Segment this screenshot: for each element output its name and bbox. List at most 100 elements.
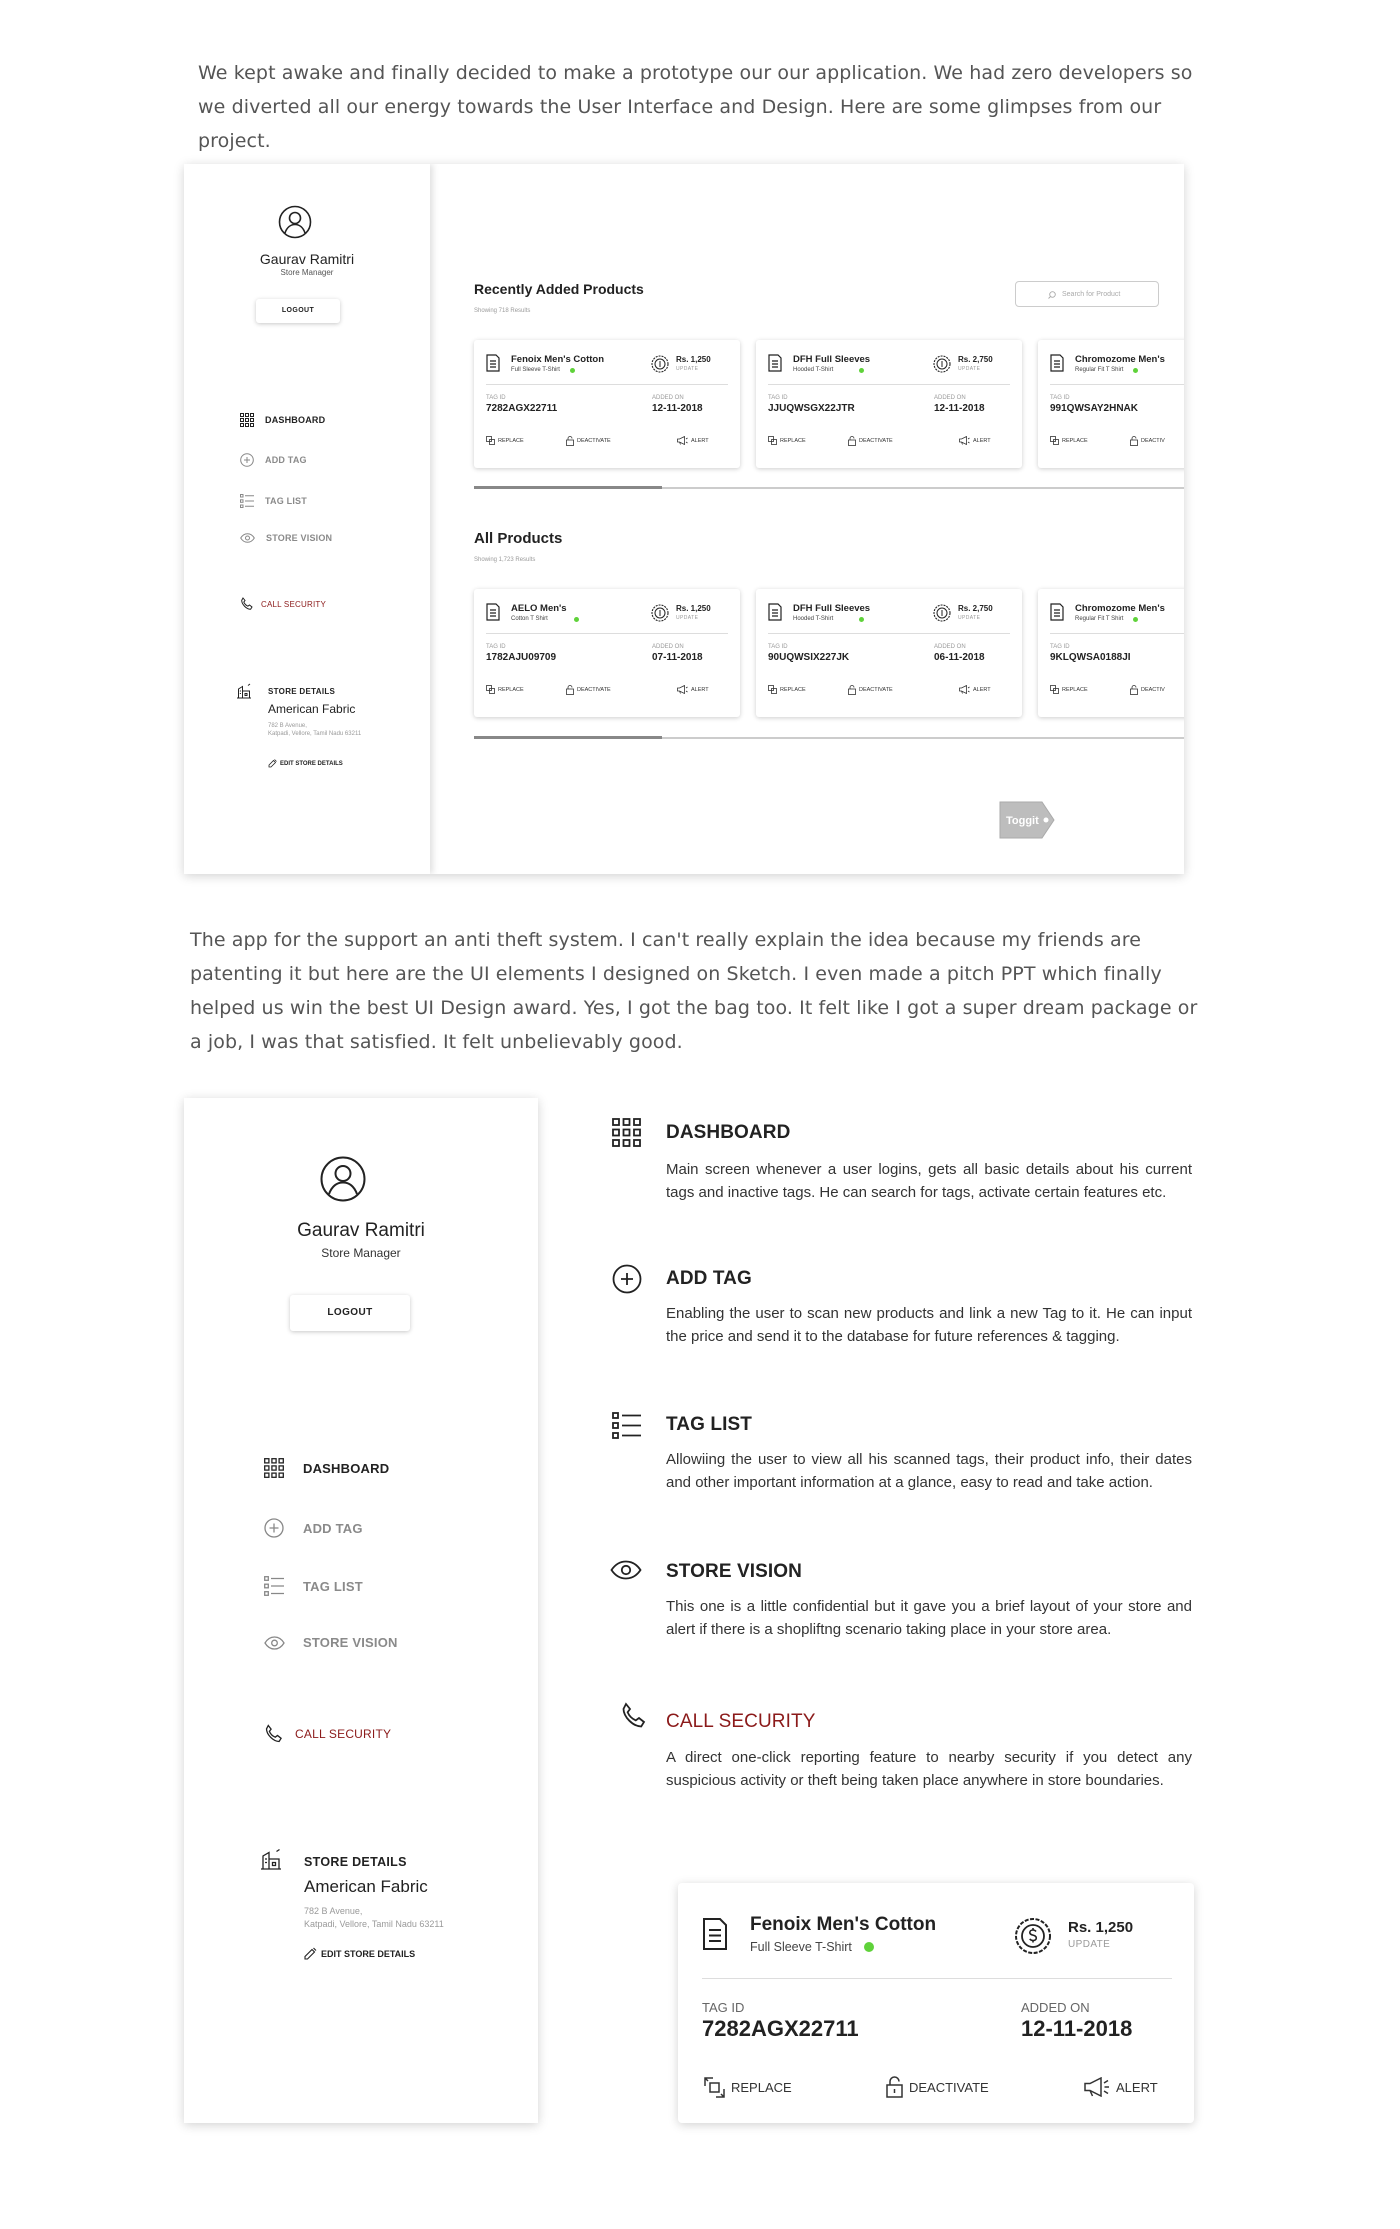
- update-label[interactable]: UPDATE: [1068, 1939, 1110, 1950]
- product-card[interactable]: AELO Men's Cotton T Shirt Rs. 1,250 UPDA…: [474, 589, 740, 717]
- feature-call-security-desc: A direct one-click reporting feature to …: [666, 1749, 1192, 1789]
- store-address-line1: 782 B Avenue,: [304, 1906, 363, 1916]
- nav-call-security[interactable]: CALL SECURITY: [240, 597, 326, 611]
- nav-dashboard[interactable]: DASHBOARD: [240, 413, 325, 427]
- logout-button[interactable]: LOGOUT: [256, 299, 340, 323]
- update-label[interactable]: UPDATE: [676, 615, 698, 621]
- status-dot: [859, 616, 865, 622]
- search-input[interactable]: Search for Product: [1015, 281, 1159, 307]
- nav-add-tag-label: ADD TAG: [303, 1520, 363, 1536]
- nav-store-vision-label: STORE VISION: [303, 1635, 398, 1650]
- alert-label: ALERT: [973, 437, 991, 444]
- lock-icon: [848, 436, 856, 446]
- lock-icon: [1130, 685, 1138, 695]
- replace-label: REPLACE: [780, 686, 806, 693]
- replace-icon: [1050, 685, 1059, 694]
- plus-circle-icon: [612, 1264, 642, 1294]
- list-icon: [240, 494, 254, 508]
- alert-button[interactable]: ALERT: [677, 436, 709, 445]
- nav-tag-list[interactable]: TAG LIST: [240, 494, 307, 508]
- nav-store-vision[interactable]: STORE VISION: [264, 1635, 398, 1650]
- alert-label: ALERT: [973, 686, 991, 693]
- list-icon: [264, 1576, 284, 1596]
- store-icon: [261, 1848, 281, 1870]
- nav-tag-list[interactable]: TAG LIST: [264, 1576, 363, 1596]
- product-card[interactable]: DFH Full Sleeves Hooded T-Shirt Rs. 2,75…: [756, 589, 1022, 717]
- card-divider: [768, 633, 1010, 634]
- plus-circle-icon: [240, 453, 254, 467]
- nav-call-security-label: CALL SECURITY: [261, 599, 326, 609]
- replace-label: REPLACE: [498, 437, 524, 444]
- edit-store-details-link[interactable]: EDIT STORE DETAILS: [304, 1947, 415, 1960]
- alert-button[interactable]: ALERT: [959, 436, 991, 445]
- lock-icon: [1130, 436, 1138, 446]
- toggit-wordmark: Toggit: [1006, 815, 1039, 827]
- deactivate-button[interactable]: DEACTIV: [1130, 436, 1165, 446]
- nav-dashboard-label: DASHBOARD: [265, 415, 326, 425]
- replace-button[interactable]: REPLACE: [486, 685, 524, 694]
- product-card-large[interactable]: Fenoix Men's Cotton Full Sleeve T-Shirt …: [678, 1883, 1194, 2123]
- nav-add-tag[interactable]: ADD TAG: [240, 453, 307, 467]
- update-label[interactable]: UPDATE: [958, 366, 980, 372]
- product-subtitle: Cotton T Shirt: [511, 616, 579, 622]
- edit-store-details-link[interactable]: EDIT STORE DETAILS: [268, 759, 343, 768]
- replace-icon: [704, 2077, 725, 2098]
- product-name: Fenoix Men's Cotton: [511, 354, 605, 365]
- dashboard-main: Recently Added Products Showing 718 Resu…: [430, 164, 1184, 874]
- document-icon: [768, 354, 782, 372]
- logout-button[interactable]: LOGOUT: [290, 1295, 410, 1331]
- deactivate-button[interactable]: DEACTIVATE: [566, 685, 611, 695]
- update-label[interactable]: UPDATE: [958, 615, 980, 621]
- product-subtitle: Hooded T-Shirt: [793, 616, 865, 622]
- product-card[interactable]: Chromozome Men's Regular Fit T Shirt TAG…: [1038, 340, 1184, 468]
- product-card[interactable]: DFH Full Sleeves Hooded T-Shirt Rs. 2,75…: [756, 340, 1022, 468]
- product-name: Chromozome Men's: [1075, 354, 1165, 365]
- nav-call-security-label: CALL SECURITY: [295, 1727, 392, 1741]
- alert-button[interactable]: ALERT: [1084, 2077, 1158, 2097]
- product-subtitle-text: Full Sleeve T-Shirt: [511, 367, 560, 373]
- deactivate-button[interactable]: DEACTIVATE: [886, 2076, 989, 2098]
- deactivate-button[interactable]: DEACTIVATE: [848, 436, 893, 446]
- product-card[interactable]: Fenoix Men's Cotton Full Sleeve T-Shirt …: [474, 340, 740, 468]
- tag-id-label: TAG ID: [486, 395, 506, 401]
- deactivate-button[interactable]: DEACTIV: [1130, 685, 1165, 695]
- deactivate-button[interactable]: DEACTIVATE: [848, 685, 893, 695]
- scrollbar-thumb[interactable]: [474, 486, 662, 489]
- document-icon: [768, 603, 782, 621]
- alert-button[interactable]: ALERT: [959, 685, 991, 694]
- replace-button[interactable]: REPLACE: [768, 685, 806, 694]
- nav-call-security[interactable]: CALL SECURITY: [264, 1724, 391, 1744]
- product-name: DFH Full Sleeves: [793, 354, 871, 365]
- nav-store-vision-label: STORE VISION: [266, 533, 333, 543]
- avatar-icon: [320, 1156, 366, 1202]
- replace-button[interactable]: REPLACE: [704, 2077, 792, 2098]
- nav-add-tag[interactable]: ADD TAG: [264, 1518, 363, 1538]
- update-label[interactable]: UPDATE: [676, 366, 698, 372]
- tag-id-label: TAG ID: [486, 644, 506, 650]
- added-on-label: ADDED ON: [1021, 2000, 1090, 2015]
- replace-button[interactable]: REPLACE: [1050, 685, 1088, 694]
- product-card[interactable]: Chromozome Men's Regular Fit T Shirt TAG…: [1038, 589, 1184, 717]
- nav-tag-list-label: TAG LIST: [303, 1578, 363, 1594]
- tag-id-value: 9KLQWSA0188JI: [1050, 652, 1131, 663]
- list-icon: [612, 1412, 641, 1439]
- megaphone-icon: [1084, 2077, 1109, 2097]
- nav-store-vision[interactable]: STORE VISION: [240, 533, 332, 543]
- product-subtitle-text: Regular Fit T Shirt: [1075, 616, 1124, 622]
- product-subtitle-text: Regular Fit T Shirt: [1075, 367, 1124, 373]
- document-icon: [486, 354, 500, 372]
- product-subtitle: Full Sleeve T-Shirt: [750, 1940, 874, 1954]
- deactivate-button[interactable]: DEACTIVATE: [566, 436, 611, 446]
- deactivate-label: DEACTIVATE: [577, 687, 611, 693]
- status-dot: [863, 1942, 874, 1952]
- product-subtitle: Full Sleeve T-Shirt: [511, 367, 575, 373]
- product-price: Rs. 1,250: [1068, 1919, 1134, 1936]
- replace-button[interactable]: REPLACE: [486, 436, 524, 445]
- replace-label: REPLACE: [1062, 686, 1088, 693]
- scrollbar-thumb[interactable]: [474, 736, 662, 739]
- nav-dashboard[interactable]: DASHBOARD: [264, 1458, 389, 1478]
- replace-button[interactable]: REPLACE: [768, 436, 806, 445]
- alert-button[interactable]: ALERT: [677, 685, 709, 694]
- added-on-value: 06-11-2018: [934, 652, 985, 663]
- replace-button[interactable]: REPLACE: [1050, 436, 1088, 445]
